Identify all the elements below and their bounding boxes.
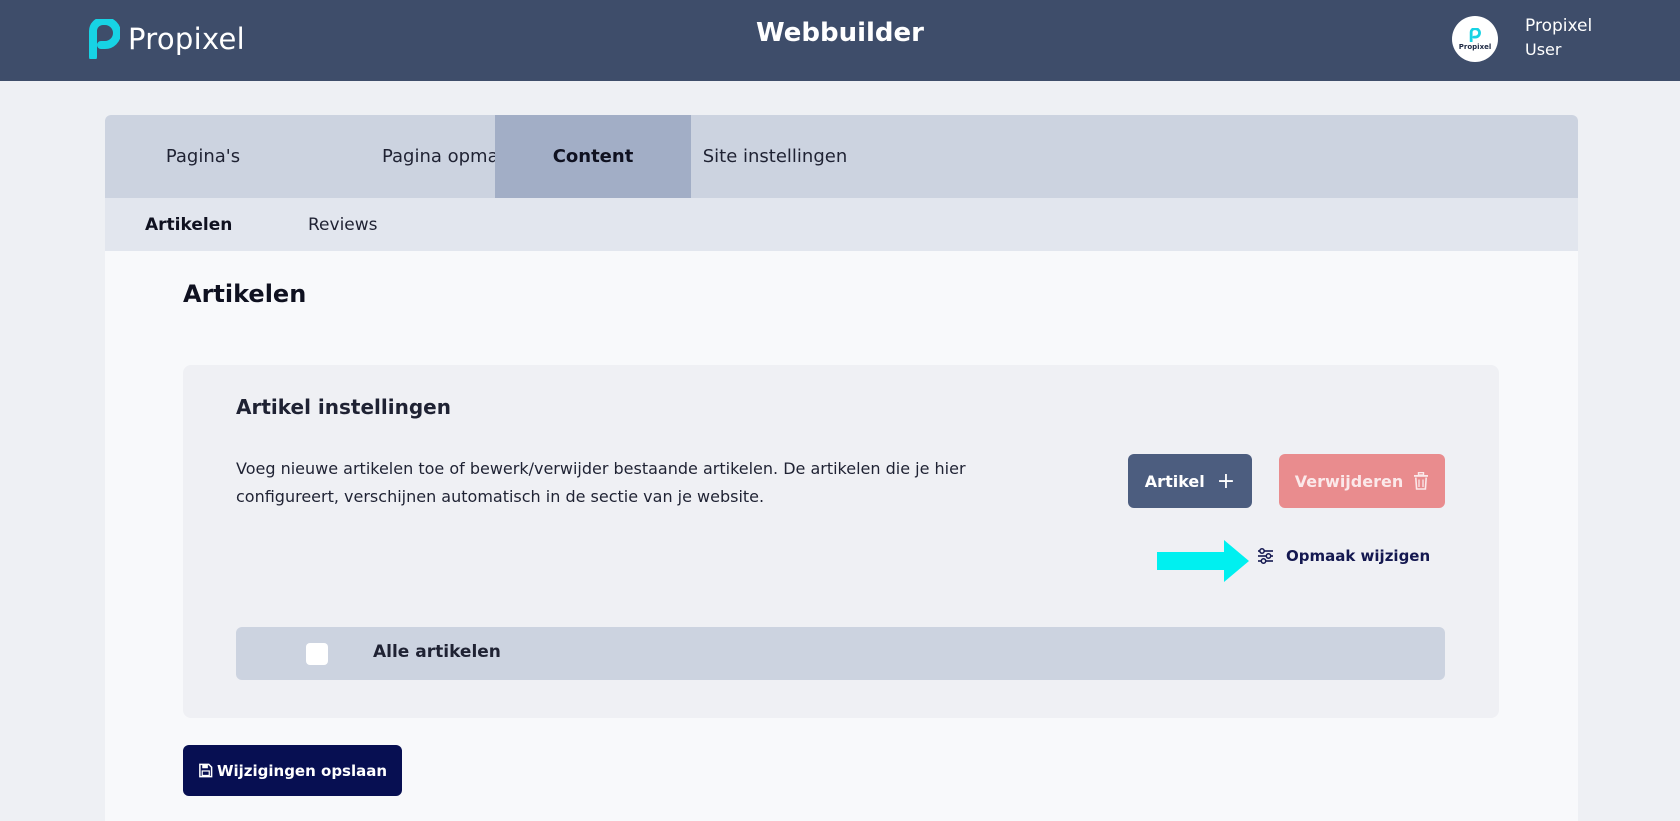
save-changes-button[interactable]: Wijzigingen opslaan: [183, 745, 402, 796]
avatar-label: Propixel: [1458, 42, 1492, 51]
card-description: Voeg nieuwe artikelen toe of bewerk/verw…: [236, 459, 966, 506]
save-icon: [199, 763, 213, 778]
article-settings-card: Artikel instellingen Voeg nieuwe artikel…: [183, 365, 1499, 718]
add-article-label: Artikel: [1144, 471, 1205, 491]
app-title: Webbuilder: [755, 18, 924, 48]
avatar[interactable]: Propixel: [1452, 16, 1498, 62]
delete-button[interactable]: Verwijderen: [1279, 454, 1445, 508]
edit-layout-link[interactable]: Opmaak wijzigen: [1257, 547, 1430, 565]
save-changes-label: Wijzigingen opslaan: [216, 761, 388, 780]
top-bar: Propixel Webbuilder Propixel Propixel Us…: [0, 0, 1680, 81]
sub-tabs: Artikelen Reviews: [105, 198, 1578, 251]
arrow-right-icon: [1157, 540, 1249, 582]
plus-icon: +: [1216, 468, 1236, 494]
subtab-reviews[interactable]: Reviews: [308, 198, 378, 251]
all-articles-label: Alle artikelen: [373, 642, 501, 662]
select-all-checkbox[interactable]: [306, 643, 328, 665]
user-name: Propixel: [1525, 16, 1593, 36]
tab-site-instellingen[interactable]: Site instellingen: [691, 115, 859, 198]
delete-label: Verwijderen: [1294, 471, 1404, 491]
content-panel: Pagina's Pagina opmaak Content Site inst…: [105, 115, 1578, 821]
user-info[interactable]: Propixel User: [1525, 16, 1592, 59]
tab-content[interactable]: Content: [495, 115, 691, 198]
sliders-icon: [1258, 548, 1273, 564]
trash-icon: [1414, 472, 1429, 490]
all-articles-row: Alle artikelen: [236, 627, 1445, 680]
user-role: User: [1525, 40, 1562, 59]
tab-paginas[interactable]: Pagina's: [105, 115, 301, 198]
card-title: Artikel instellingen: [236, 395, 451, 419]
add-article-button[interactable]: Artikel +: [1128, 454, 1252, 508]
propixel-logo-icon: [1469, 27, 1481, 42]
edit-layout-label: Opmaak wijzigen: [1286, 547, 1431, 565]
subtab-artikelen[interactable]: Artikelen: [145, 198, 232, 251]
main-tabs: Pagina's Pagina opmaak Content Site inst…: [105, 115, 1578, 198]
page-title: Artikelen: [183, 280, 307, 308]
